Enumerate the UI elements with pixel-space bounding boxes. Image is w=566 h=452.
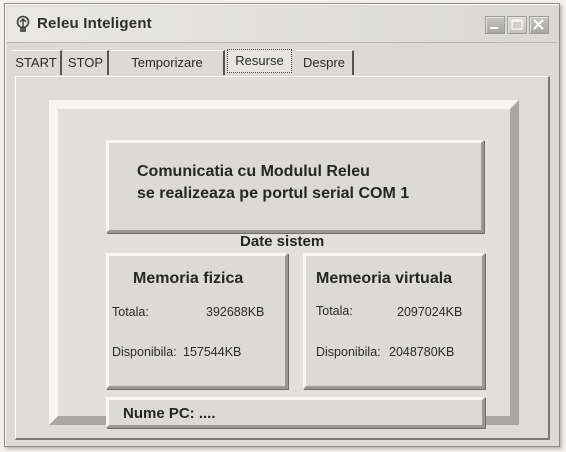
minimize-icon <box>490 27 498 29</box>
communication-info-box: Comunicatia cu Modulul Releu se realizea… <box>106 140 484 233</box>
physical-memory-title: Memoria fizica <box>133 270 244 287</box>
virtual-total-value: 2097024KB <box>397 305 463 319</box>
physical-total-label: Totala: <box>112 305 149 319</box>
maximize-icon <box>511 19 523 30</box>
title-bar[interactable]: Releu Inteligent <box>7 6 557 43</box>
communication-line-2: se realizeaza pe portul serial COM 1 <box>137 185 410 202</box>
maximize-button[interactable] <box>507 16 527 34</box>
resources-frame: Comunicatia cu Modulul Releu se realizea… <box>49 100 519 428</box>
pc-name-text: Nume PC: .... <box>123 405 216 422</box>
app-window: Releu Inteligent START STOP Temporizare … <box>4 3 560 447</box>
pc-name-box: Nume PC: .... <box>106 397 485 428</box>
minimize-button[interactable] <box>485 16 505 34</box>
close-icon <box>533 19 544 30</box>
virtual-memory-title: Memeoria virtuala <box>316 270 453 287</box>
tab-panel-resurse: Comunicatia cu Modulul Releu se realizea… <box>15 76 550 440</box>
tab-start[interactable]: START <box>12 50 62 75</box>
tab-despre[interactable]: Despre <box>296 50 354 75</box>
physical-available-value: 157544KB <box>183 345 242 359</box>
physical-memory-box: Memoria fizica Totala: 392688KB Disponib… <box>106 253 288 389</box>
close-button[interactable] <box>529 16 549 34</box>
virtual-available-value: 2048780KB <box>389 345 455 359</box>
communication-line-1: Comunicatia cu Modulul Releu <box>137 163 370 180</box>
physical-total-value: 392688KB <box>206 305 265 319</box>
tab-temporizare[interactable]: Temporizare <box>111 50 225 75</box>
tab-resurse[interactable]: Resurse <box>227 49 292 73</box>
relay-app-icon <box>15 15 31 33</box>
virtual-memory-box: Memeoria virtuala Totala: 2097024KB Disp… <box>303 253 485 389</box>
virtual-total-label: Totala: <box>316 304 353 318</box>
physical-available-label: Disponibila: <box>112 345 177 359</box>
window-title: Releu Inteligent <box>37 15 152 32</box>
virtual-available-label: Disponibila: <box>316 345 381 359</box>
tab-stop[interactable]: STOP <box>64 50 109 75</box>
system-data-title: Date sistem <box>240 233 325 250</box>
